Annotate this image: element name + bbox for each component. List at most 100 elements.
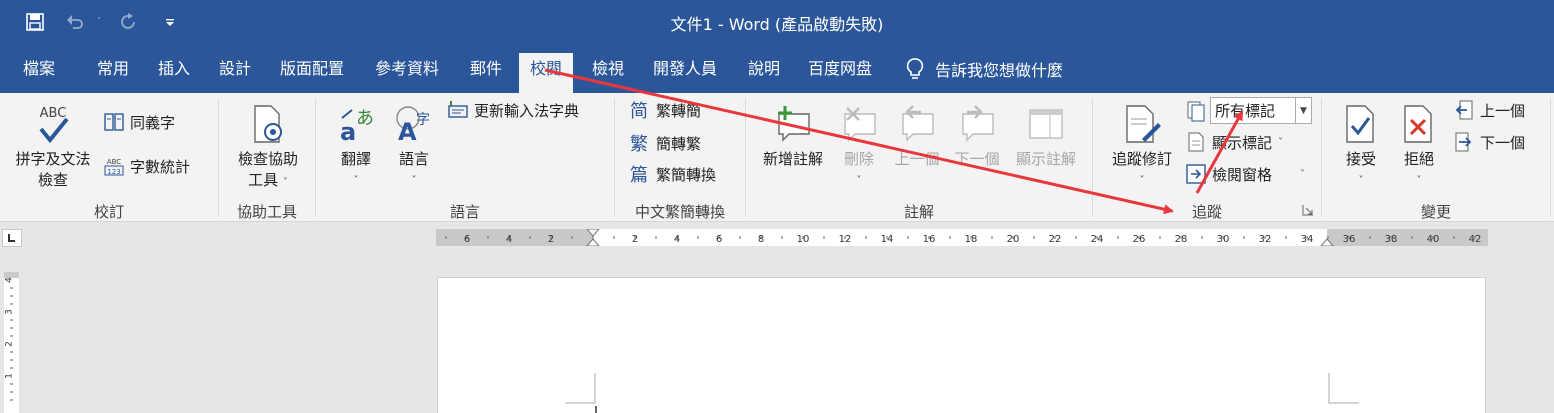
reject-button[interactable]: 拒絕 ˅	[1392, 99, 1446, 191]
tab-mailings[interactable]: 郵件	[459, 53, 513, 93]
group-label-changes: 變更	[1420, 203, 1451, 221]
chinese-conversion-button[interactable]: 篇 繁簡轉換	[628, 161, 716, 187]
ruler-tick-label: 2	[5, 341, 15, 347]
ruler-tick-label: 34	[1301, 234, 1314, 245]
track-changes-button[interactable]: 追蹤修訂 ˅	[1104, 99, 1180, 191]
tab-file[interactable]: 檔案	[12, 53, 66, 93]
group-label-proofing: 校訂	[93, 203, 124, 221]
previous-comment-button[interactable]: 上一個	[888, 99, 946, 170]
chevron-down-icon: ˅	[856, 175, 862, 186]
track-changes-icon	[1104, 99, 1180, 149]
horizontal-ruler[interactable]: 6 4 2 2 4 6 8 10 12 14 16 18 20 22 24 26 28 30 32 34 36 38 40 4…	[436, 228, 1488, 247]
ruler-tick-label: 42	[1469, 234, 1482, 245]
group-label-accessibility: 協助工具	[236, 203, 297, 221]
next-change-button[interactable]: 下一個	[1452, 129, 1525, 155]
vertical-ruler[interactable]: 4 3 2 1	[4, 272, 19, 413]
chevron-down-icon: ˅	[282, 177, 288, 188]
tab-home[interactable]: 常用	[86, 53, 140, 93]
markup-display-combo[interactable]: 所有標記 ▼	[1210, 97, 1312, 124]
ruler-tick-label: 32	[1259, 234, 1272, 245]
check-accessibility-button[interactable]: 檢查協助 工具 ˅	[228, 99, 308, 193]
chevron-down-icon: ˅	[1139, 175, 1145, 186]
word-count-button[interactable]: ABC 123 字數統計	[102, 153, 190, 179]
ruler-tick-label: 28	[1175, 234, 1188, 245]
show-markup-icon	[1184, 130, 1208, 154]
language-icon: A字	[388, 99, 440, 149]
group-label-language: 語言	[449, 203, 480, 221]
language-button[interactable]: A字 語言 ˅	[388, 99, 440, 191]
ruler-tick-label: 3	[5, 309, 15, 315]
ruler-tick-label: 2	[548, 234, 554, 245]
group-label-tracking: 追蹤	[1191, 203, 1222, 221]
ruler-tick-label: 40	[1427, 234, 1440, 245]
ruler-tick-label: 2	[632, 234, 638, 245]
ruler-tick-label: 18	[965, 234, 978, 245]
svg-text:简: 简	[630, 101, 648, 121]
svg-text:ABC: ABC	[107, 158, 121, 166]
show-comments-button[interactable]: 顯示註解	[1010, 99, 1082, 170]
tab-references[interactable]: 參考資料	[364, 53, 450, 93]
delete-comment-button[interactable]: 刪除 ˅	[836, 99, 882, 191]
accept-button[interactable]: 接受 ˅	[1334, 99, 1388, 191]
tab-insert[interactable]: 插入	[147, 53, 201, 93]
previous-change-icon	[1452, 98, 1476, 122]
translate-icon: aあ	[330, 99, 382, 149]
svg-text:a: a	[340, 118, 356, 144]
ruler-tick-label: 6	[716, 234, 722, 245]
tab-review[interactable]: 校閱	[519, 53, 574, 93]
book-icon	[102, 110, 126, 134]
page-corner-marks	[565, 373, 1359, 413]
show-comments-icon	[1010, 99, 1082, 149]
ruler-tick-label: 4	[674, 234, 680, 245]
new-comment-icon	[756, 99, 830, 149]
svg-text:繁: 繁	[630, 134, 648, 154]
thesaurus-button[interactable]: 同義字	[102, 109, 175, 135]
group-label-comments: 註解	[903, 203, 934, 221]
tab-layout[interactable]: 版面配置	[269, 53, 355, 93]
new-comment-button[interactable]: 新增註解	[756, 99, 830, 170]
update-ime-dictionary-button[interactable]: 更新輸入法字典	[446, 97, 579, 123]
show-markup-button[interactable]: 顯示標記 ˅	[1184, 129, 1283, 155]
translate-button[interactable]: aあ 翻譯 ˅	[330, 99, 382, 191]
tab-help[interactable]: 說明	[737, 53, 791, 93]
spelling-check-icon: ABC	[8, 99, 98, 149]
accept-icon	[1334, 99, 1388, 149]
reviewing-pane-icon	[1184, 162, 1208, 186]
delete-comment-icon	[836, 99, 882, 149]
chinese-conversion-icon: 篇	[628, 162, 652, 186]
chevron-down-icon: ˅	[1278, 136, 1284, 148]
tell-me-box[interactable]: 告訴我您想做什麼	[905, 53, 1063, 85]
tab-baidu-netdisk[interactable]: 百度网盘	[797, 53, 883, 93]
tab-view[interactable]: 檢視	[581, 53, 635, 93]
accessibility-check-icon	[228, 99, 308, 149]
trad-to-simp-icon: 简	[628, 98, 652, 122]
traditional-to-simplified-button[interactable]: 简 繁轉簡	[628, 97, 701, 123]
group-separator	[315, 99, 316, 217]
document-page[interactable]	[437, 277, 1486, 413]
ruler-tick-label: 36	[1343, 234, 1356, 245]
next-comment-icon	[948, 99, 1006, 149]
group-separator	[1092, 99, 1093, 217]
ribbon-tab-bar: 檔案 常用 插入 設計 版面配置 參考資料 郵件 校閱 檢視 開發人員 說明 百…	[0, 45, 1554, 93]
simplified-to-traditional-button[interactable]: 繁 簡轉繁	[628, 130, 701, 156]
ruler-tick-label: 30	[1217, 234, 1230, 245]
tab-selector[interactable]	[2, 229, 22, 247]
reviewing-pane-button[interactable]: 檢閱窗格 ˅	[1184, 161, 1305, 187]
tell-me-text: 告訴我您想做什麼	[935, 61, 1064, 80]
ruler-tick-label: 38	[1385, 234, 1398, 245]
tracking-options-launcher-icon[interactable]	[1302, 201, 1314, 219]
tab-developer[interactable]: 開發人員	[642, 53, 728, 93]
chevron-down-icon: ˅	[1358, 175, 1364, 186]
group-separator	[745, 99, 746, 217]
next-comment-button[interactable]: 下一個	[948, 99, 1006, 170]
spelling-grammar-button[interactable]: ABC 拼字及文法 檢查	[8, 99, 98, 191]
combo-dropdown-arrow[interactable]: ▼	[1295, 98, 1311, 123]
chevron-down-icon: ˅	[1300, 168, 1306, 180]
ruler-tick-label: 4	[5, 277, 15, 283]
previous-change-button[interactable]: 上一個	[1452, 97, 1525, 123]
lightbulb-icon	[906, 58, 924, 79]
svg-text:あ: あ	[356, 108, 374, 129]
svg-text:ABC: ABC	[40, 106, 67, 121]
tab-design[interactable]: 設計	[208, 53, 262, 93]
ruler-tick-label: 22	[1049, 234, 1062, 245]
